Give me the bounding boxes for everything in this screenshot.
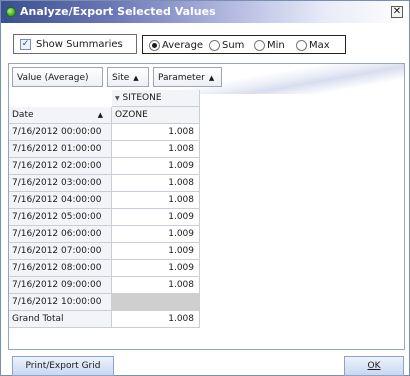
ok-button[interactable]: OK bbox=[344, 356, 404, 376]
sum-radio-label[interactable]: Sum bbox=[222, 40, 244, 51]
row-date: 7/16/2012 01:00:00 bbox=[9, 141, 112, 158]
sort-ascending-icon: ▲ bbox=[133, 74, 139, 82]
sort-ascending-icon: ▲ bbox=[208, 74, 215, 82]
row-date: 7/16/2012 08:00:00 bbox=[9, 260, 112, 277]
parameter-column-header: OZONE bbox=[112, 107, 200, 124]
row-value[interactable]: 1.008 bbox=[112, 141, 200, 158]
row-value[interactable]: 1.009 bbox=[112, 260, 200, 277]
analyze-export-window: Analyze/Export Selected Values ✕ ✓ Show … bbox=[0, 0, 410, 376]
data-field-value-average[interactable]: Value (Average) bbox=[12, 67, 103, 87]
row-date: 7/16/2012 04:00:00 bbox=[9, 192, 112, 209]
row-date: 7/16/2012 09:00:00 bbox=[9, 277, 112, 294]
row-value[interactable]: 1.009 bbox=[112, 158, 200, 175]
sort-ascending-icon: ▲ bbox=[97, 111, 103, 119]
row-value[interactable]: 1.008 bbox=[112, 277, 200, 294]
app-icon bbox=[6, 7, 16, 17]
column-field-parameter[interactable]: Parameter ▲ bbox=[153, 67, 222, 87]
ok-button-label: OK bbox=[367, 361, 381, 371]
row-value[interactable]: 1.009 bbox=[112, 209, 200, 226]
collapse-triangle-icon[interactable]: ▼ bbox=[115, 95, 120, 102]
print-export-grid-button[interactable]: Print/Export Grid bbox=[12, 356, 114, 376]
site-column-header[interactable]: ▼ SITEONE bbox=[112, 90, 200, 107]
grand-total-value[interactable]: 1.008 bbox=[112, 311, 200, 328]
row-date: 7/16/2012 10:00:00 bbox=[9, 294, 112, 311]
row-date: 7/16/2012 00:00:00 bbox=[9, 124, 112, 141]
row-field-date[interactable]: Date ▲ bbox=[9, 107, 112, 124]
average-radio[interactable] bbox=[149, 40, 160, 51]
row-value[interactable]: 1.008 bbox=[112, 124, 200, 141]
site-field-label: Site bbox=[112, 73, 130, 83]
row-value[interactable]: 1.008 bbox=[112, 192, 200, 209]
min-radio[interactable] bbox=[254, 40, 265, 51]
sum-radio[interactable] bbox=[209, 40, 220, 51]
window-title: Analyze/Export Selected Values bbox=[20, 5, 216, 18]
pivot-grid[interactable]: Value (Average) Site ▲ Parameter ▲ ▼ SITEO… bbox=[8, 63, 405, 350]
column-field-site[interactable]: Site ▲ bbox=[107, 67, 149, 87]
grand-total-label: Grand Total bbox=[9, 311, 112, 328]
row-date: 7/16/2012 03:00:00 bbox=[9, 175, 112, 192]
row-value[interactable]: 1.009 bbox=[112, 226, 200, 243]
row-value[interactable]: 1.009 bbox=[112, 243, 200, 260]
aggregate-radio-group: Average Sum Min Max bbox=[142, 35, 346, 54]
average-radio-label[interactable]: Average bbox=[162, 40, 203, 51]
row-date: 7/16/2012 07:00:00 bbox=[9, 243, 112, 260]
parameter-field-label: Parameter bbox=[158, 73, 205, 83]
date-field-label: Date bbox=[12, 110, 34, 120]
show-summaries-option[interactable]: ✓ Show Summaries bbox=[13, 34, 137, 54]
site-name: SITEONE bbox=[122, 93, 162, 103]
min-radio-label[interactable]: Min bbox=[267, 40, 285, 51]
show-summaries-label[interactable]: Show Summaries bbox=[36, 39, 123, 50]
title-bar[interactable]: Analyze/Export Selected Values ✕ bbox=[1, 1, 409, 23]
row-date: 7/16/2012 05:00:00 bbox=[9, 209, 112, 226]
max-radio-label[interactable]: Max bbox=[309, 40, 330, 51]
row-date: 7/16/2012 02:00:00 bbox=[9, 158, 112, 175]
row-date: 7/16/2012 06:00:00 bbox=[9, 226, 112, 243]
row-value[interactable]: 1.008 bbox=[112, 175, 200, 192]
close-icon[interactable]: ✕ bbox=[391, 6, 403, 18]
show-summaries-checkbox[interactable]: ✓ bbox=[20, 39, 31, 50]
row-value[interactable] bbox=[112, 294, 200, 311]
max-radio[interactable] bbox=[296, 40, 307, 51]
